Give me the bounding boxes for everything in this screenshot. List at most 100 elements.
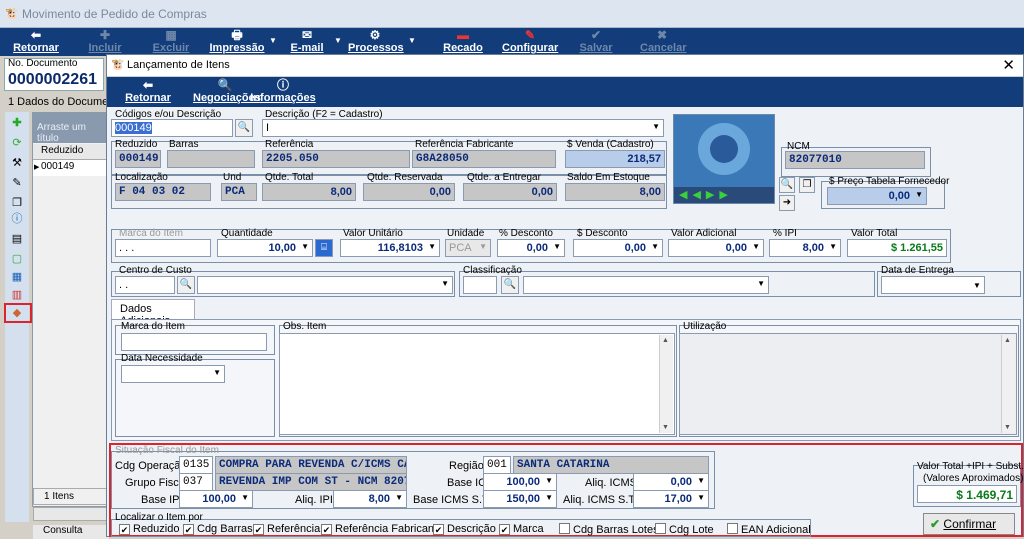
unidade-select[interactable]: PCA ▼	[445, 239, 491, 257]
checkbox-cdg-barras[interactable]: ✔ Cdg Barras	[183, 523, 253, 535]
classificacao-search-button[interactable]: 🔍	[501, 276, 519, 294]
grid-column-reduzido[interactable]: Reduzido	[33, 144, 109, 160]
table-icon[interactable]: ▦	[10, 270, 24, 284]
checkbox-referencia-fabricante[interactable]: ✔ Referência Fabricante	[321, 523, 443, 535]
base-ipi-input[interactable]: 100,00 ▼	[179, 490, 253, 508]
checkbox-referencia[interactable]: ✔ Referência	[253, 523, 320, 535]
table-row[interactable]: 000149	[33, 160, 109, 176]
chevron-down-icon[interactable]: ▼	[545, 493, 553, 502]
aliq-ipi-input[interactable]: 8,00 ▼	[333, 490, 407, 508]
marca-input[interactable]: . . .	[115, 239, 211, 257]
desconto-input[interactable]: 0,00 ▼	[573, 239, 663, 257]
classificacao-code[interactable]	[463, 276, 497, 294]
grupo-fiscal-code[interactable]: 037	[179, 473, 213, 491]
confirmar-button[interactable]: ✔ Confirmar	[923, 513, 1015, 535]
informacoes-button[interactable]: ⓘ Informações	[239, 79, 327, 105]
chevron-down-icon[interactable]: ▼	[553, 242, 561, 251]
chevron-down-icon[interactable]: ▼	[697, 493, 705, 502]
descricao-input[interactable]: I ▼	[262, 119, 664, 137]
bg-email-button[interactable]: ✉ E-mail	[288, 28, 326, 56]
add-icon[interactable]: ✚	[10, 116, 24, 130]
chevron-down-icon[interactable]: ▼	[915, 190, 923, 199]
chevron-down-icon[interactable]: ▼	[652, 122, 660, 131]
bg-salvar-button[interactable]: ✔ Salvar	[578, 28, 614, 56]
obs-textarea[interactable]: ▲ ▼	[279, 333, 675, 435]
checkbox-descricao[interactable]: ✔ Descrição	[433, 523, 496, 535]
search-button[interactable]: 🔍	[235, 119, 253, 137]
regiao-code[interactable]: 001	[483, 456, 511, 474]
desconto-label: $ Desconto	[577, 228, 628, 239]
chevron-down-icon[interactable]: ▼	[334, 36, 342, 45]
chevron-down-icon[interactable]: ▼	[479, 242, 487, 251]
doc-icon[interactable]: ▢	[10, 252, 24, 266]
close-icon[interactable]: ✕	[1002, 56, 1015, 74]
pct-ipi-input[interactable]: 8,00 ▼	[769, 239, 841, 257]
checkbox-cdg-barras-lotes[interactable]: Cdg Barras Lotes	[559, 523, 659, 536]
centro-custo-code[interactable]: . .	[115, 276, 175, 294]
info-icon[interactable]: ⓘ	[10, 212, 24, 226]
data-entrega-input[interactable]	[881, 276, 985, 294]
export-button[interactable]: ➜	[779, 195, 795, 211]
cdg-operacao-code[interactable]: 0135	[179, 456, 213, 474]
utilizacao-textarea[interactable]: ▲ ▼	[679, 333, 1017, 435]
preco-fornecedor-field[interactable]: 0,00 ▼	[827, 187, 927, 205]
base-icms-st-input[interactable]: 150,00 ▼	[483, 490, 557, 508]
tab-dados-adicionais[interactable]: Dados Adicionais	[111, 299, 195, 327]
chevron-down-icon[interactable]: ▼	[545, 476, 553, 485]
quantidade-input[interactable]: 10,00 ▼	[217, 239, 313, 257]
refresh-icon[interactable]: ⟳	[10, 136, 24, 150]
bg-processos-button[interactable]: ⚙ Processos	[348, 28, 404, 56]
retornar-button[interactable]: ⬅ Retornar	[123, 79, 173, 105]
chevron-down-icon[interactable]: ▼	[428, 242, 436, 251]
codigos-input[interactable]: 000149	[111, 119, 233, 137]
chevron-down-icon[interactable]: ▼	[829, 242, 837, 251]
aliq-icms-st-input[interactable]: 17,00 ▼	[633, 490, 709, 508]
edit-icon[interactable]: ✎	[10, 176, 24, 190]
vertical-scrollbar[interactable]: ▲ ▼	[1001, 335, 1015, 433]
base-icms-input[interactable]: 100,00 ▼	[483, 473, 557, 491]
checkbox-ean-adicional[interactable]: EAN Adicional	[727, 523, 811, 536]
checkbox-cdg-lote[interactable]: Cdg Lote	[655, 523, 714, 536]
chevron-down-icon[interactable]: ▼	[651, 242, 659, 251]
valor-adicional-input[interactable]: 0,00 ▼	[668, 239, 764, 257]
horizontal-scrollbar[interactable]	[33, 507, 109, 521]
checkbox-marca[interactable]: ✔ Marca	[499, 523, 544, 535]
tool-icon[interactable]: ⚒	[10, 156, 24, 170]
copy-icon[interactable]: ❐	[10, 196, 24, 210]
bg-configurar-button[interactable]: ✎ Configurar	[502, 28, 558, 56]
data-necessidade-input[interactable]: ▼	[121, 365, 225, 383]
chevron-down-icon[interactable]: ▼	[301, 242, 309, 251]
chevron-down-icon[interactable]: ▼	[441, 279, 449, 288]
centro-custo-select[interactable]: ▼	[197, 276, 453, 294]
bg-excluir-button[interactable]: ▦ Excluir	[152, 28, 190, 56]
calculator-button[interactable]: ⌸	[315, 239, 333, 257]
aliq-icms-input[interactable]: 0,00 ▼	[633, 473, 709, 491]
chevron-down-icon[interactable]: ▼	[408, 36, 416, 45]
chevron-down-icon[interactable]: ▼	[241, 493, 249, 502]
zoom-button[interactable]: 🔍	[779, 177, 795, 193]
pct-desconto-input[interactable]: 0,00 ▼	[497, 239, 565, 257]
chevron-down-icon[interactable]: ▼	[213, 368, 221, 377]
bg-impressao-button[interactable]: 🖶 Impressão	[208, 28, 266, 56]
chevron-down-icon[interactable]: ▼	[697, 476, 705, 485]
bg-incluir-button[interactable]: ✚ Incluir	[86, 28, 124, 56]
chevron-down-icon[interactable]: ▼	[395, 493, 403, 502]
navigation-arrows-icon[interactable]: ◀◀▶▶	[679, 188, 733, 201]
bg-retornar-button[interactable]: ⬅ Retornar	[10, 28, 62, 56]
valor-unitario-input[interactable]: 116,8103 ▼	[340, 239, 440, 257]
chevron-down-icon[interactable]: ▼	[757, 279, 765, 288]
classificacao-select[interactable]: ▼	[523, 276, 769, 294]
book-icon[interactable]: ▤	[10, 232, 24, 246]
bg-recado-button[interactable]: ▬ Recado	[442, 28, 484, 56]
marca2-input[interactable]	[121, 333, 267, 351]
chevron-down-icon[interactable]: ▼	[269, 36, 277, 45]
chevron-down-icon[interactable]: ▼	[973, 281, 981, 290]
localizacao-field: F 04 03 02	[115, 183, 211, 201]
bg-cancelar-button[interactable]: ✖ Cancelar	[640, 28, 686, 56]
chevron-down-icon[interactable]: ▼	[752, 242, 760, 251]
checkbox-reduzido[interactable]: ✔ Reduzido	[119, 523, 179, 535]
calendar-icon[interactable]: ▥	[10, 288, 24, 302]
copy-button[interactable]: ❐	[799, 177, 815, 193]
vertical-scrollbar[interactable]: ▲ ▼	[659, 335, 673, 433]
centro-custo-search-button[interactable]: 🔍	[177, 276, 195, 294]
